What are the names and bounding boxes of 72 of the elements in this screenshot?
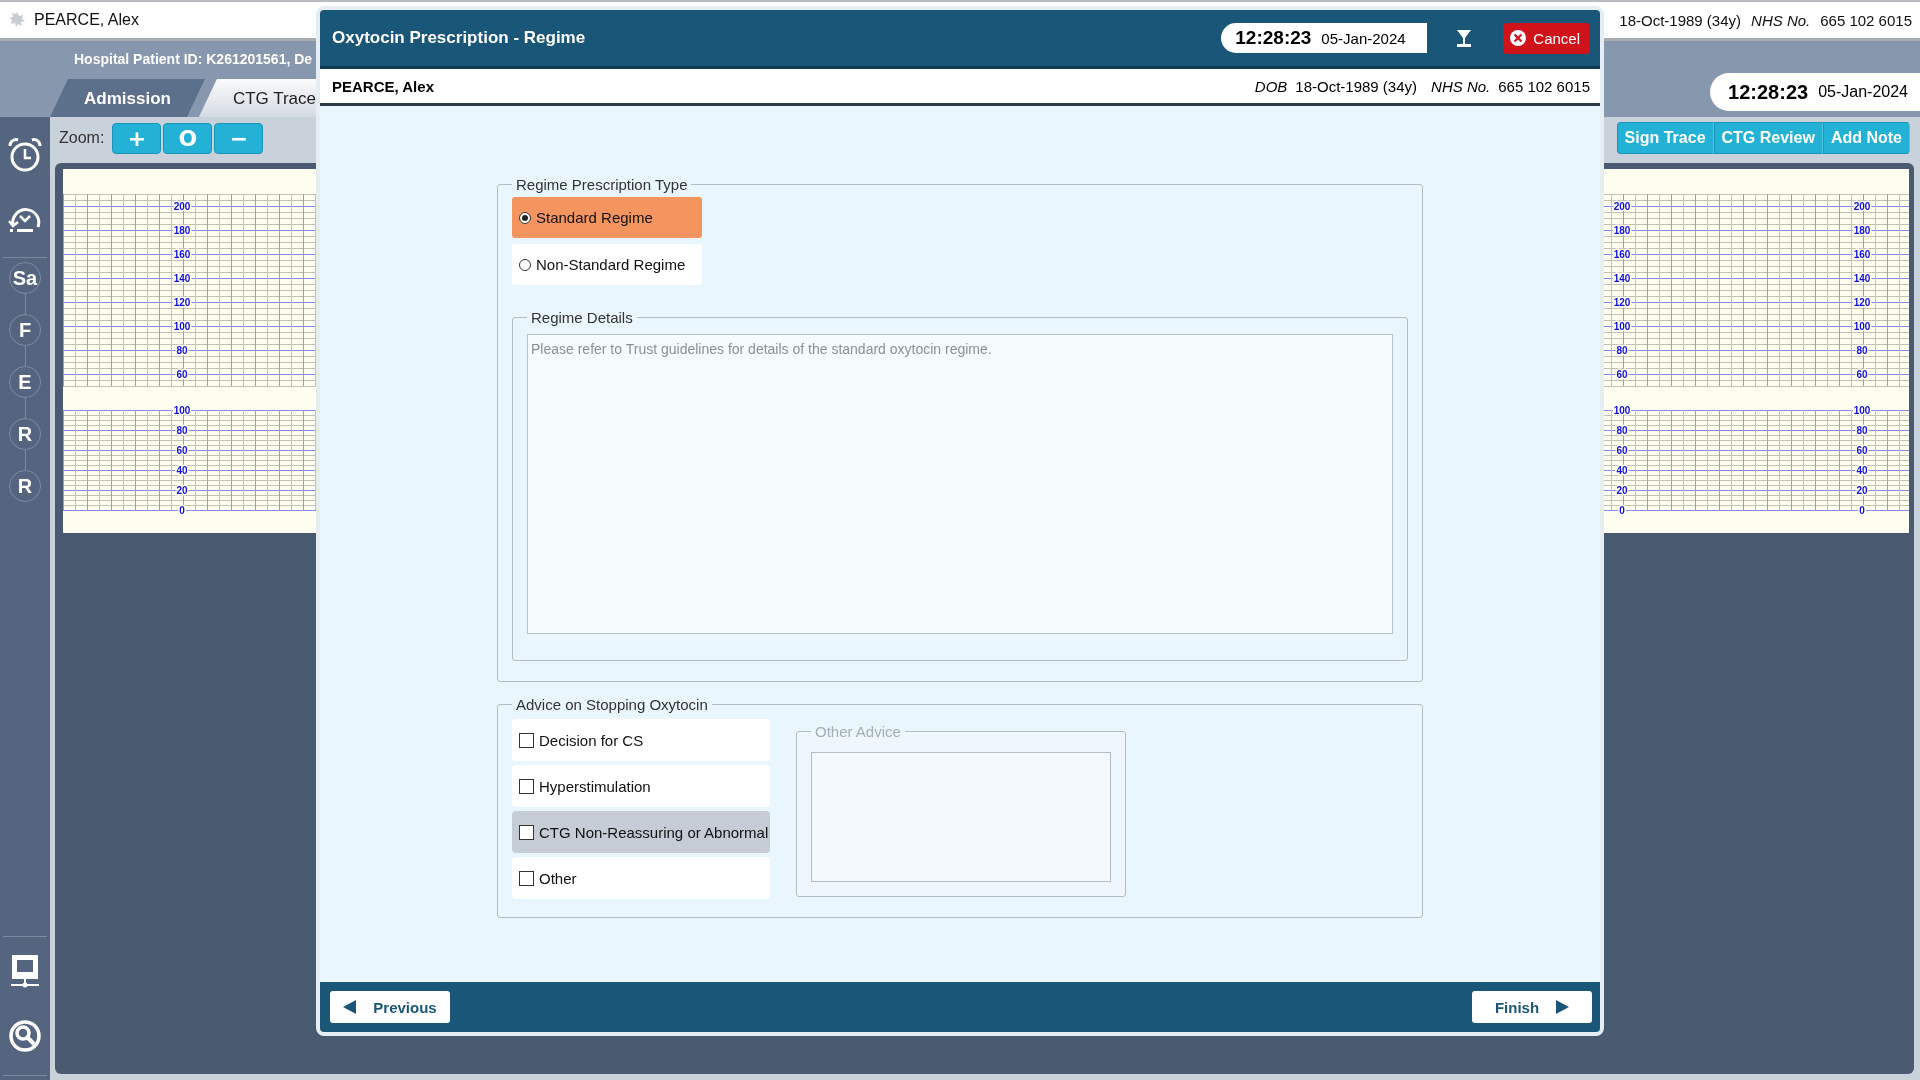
clock-time: 12:28:23 xyxy=(1235,27,1312,49)
dialog-title: Oxytocin Prescription - Regime xyxy=(332,28,586,48)
axis-label: 80 xyxy=(176,345,188,356)
axis-label: 100 xyxy=(1613,321,1631,332)
axis-label: 200 xyxy=(1613,201,1631,212)
axis-label: 80 xyxy=(1616,345,1628,356)
axis-label: 60 xyxy=(1856,445,1868,456)
axis-label: 60 xyxy=(1616,369,1628,380)
axis-label: 80 xyxy=(1856,425,1868,436)
axis-label: 120 xyxy=(1613,297,1631,308)
axis-label: 100 xyxy=(1853,405,1871,416)
axis-label: 120 xyxy=(173,297,191,308)
axis-label: 0 xyxy=(1619,505,1625,516)
axis-label: 60 xyxy=(176,369,188,380)
axis-label: 20 xyxy=(176,485,188,496)
tab[interactable]: Admission xyxy=(50,79,205,117)
finish-button[interactable]: Finish xyxy=(1472,991,1592,1023)
axis-label: 60 xyxy=(1616,445,1628,456)
group-label: Other Advice xyxy=(814,723,902,740)
date-of-birth: 18-Oct-1989 (34y) xyxy=(1295,77,1418,95)
axis-label: 160 xyxy=(1613,249,1631,260)
axis-label: 80 xyxy=(1856,345,1868,356)
checkbox-option[interactable]: Decision for CS xyxy=(512,719,770,761)
axis-label: 140 xyxy=(173,273,191,284)
axis-label: 180 xyxy=(173,225,191,236)
group-label: Regime Details xyxy=(530,309,634,326)
axis-label: 100 xyxy=(1613,405,1631,416)
axis-label: 140 xyxy=(1613,273,1631,284)
axis-label: 140 xyxy=(1853,273,1871,284)
axis-label: 40 xyxy=(176,465,188,476)
axis-label: 60 xyxy=(1856,369,1868,380)
axis-label: 200 xyxy=(1853,201,1871,212)
nhs-label: NHS No. xyxy=(1751,11,1811,29)
axis-label: 160 xyxy=(1853,249,1871,260)
date-of-birth: 18-Oct-1989 (34y) xyxy=(1619,11,1742,29)
axis-label: 0 xyxy=(1859,505,1865,516)
nhs-number: 665 102 6015 xyxy=(1820,11,1912,29)
group-label: Advice on Stopping Oxytocin xyxy=(515,696,709,713)
axis-label: 100 xyxy=(173,405,191,416)
checkbox-option[interactable]: Other xyxy=(512,857,770,899)
details-field[interactable]: Please refer to Trust guidelines for details of the standard oxytocin regime. xyxy=(527,334,1393,634)
nhs-label: NHS No. xyxy=(1431,77,1491,95)
axis-label: 200 xyxy=(173,201,191,212)
axis-label: 180 xyxy=(1853,225,1871,236)
clock-date: 05-Jan-2024 xyxy=(1818,83,1908,101)
axis-label: 0 xyxy=(179,505,185,516)
patient-id-text: Hospital Patient ID: K261201561, De xyxy=(73,50,314,69)
clock-date: 05-Jan-2024 xyxy=(1321,29,1406,47)
clock-time: 12:28:23 xyxy=(1728,80,1809,104)
group-label: Regime Prescription Type xyxy=(515,176,689,193)
dob-label: DOB xyxy=(1254,77,1288,95)
radio-option[interactable]: Standard Regime xyxy=(512,197,702,238)
axis-label: 60 xyxy=(176,445,188,456)
axis-label: 40 xyxy=(1616,465,1628,476)
axis-label: 100 xyxy=(173,321,191,332)
axis-label: 20 xyxy=(1856,485,1868,496)
axis-label: 100 xyxy=(1853,321,1871,332)
axis-label: 180 xyxy=(1613,225,1631,236)
checkbox-option[interactable]: Hyperstimulation xyxy=(512,765,770,807)
axis-label: 160 xyxy=(173,249,191,260)
axis-label: 20 xyxy=(1616,485,1628,496)
patient-name: PEARCE, Alex xyxy=(34,11,139,29)
axis-label: 80 xyxy=(176,425,188,436)
nhs-number: 665 102 6015 xyxy=(1498,77,1590,95)
radio-option[interactable]: Non-Standard Regime xyxy=(512,244,702,285)
zoom-label: Zoom: xyxy=(59,129,105,147)
axis-label: 40 xyxy=(1856,465,1868,476)
cancel-button[interactable]: Cancel xyxy=(1503,22,1590,54)
previous-button[interactable]: Previous xyxy=(330,991,450,1023)
checkbox-option[interactable]: CTG Non-Reassuring or Abnormal xyxy=(512,811,770,853)
axis-label: 80 xyxy=(1616,425,1628,436)
axis-label: 120 xyxy=(1853,297,1871,308)
